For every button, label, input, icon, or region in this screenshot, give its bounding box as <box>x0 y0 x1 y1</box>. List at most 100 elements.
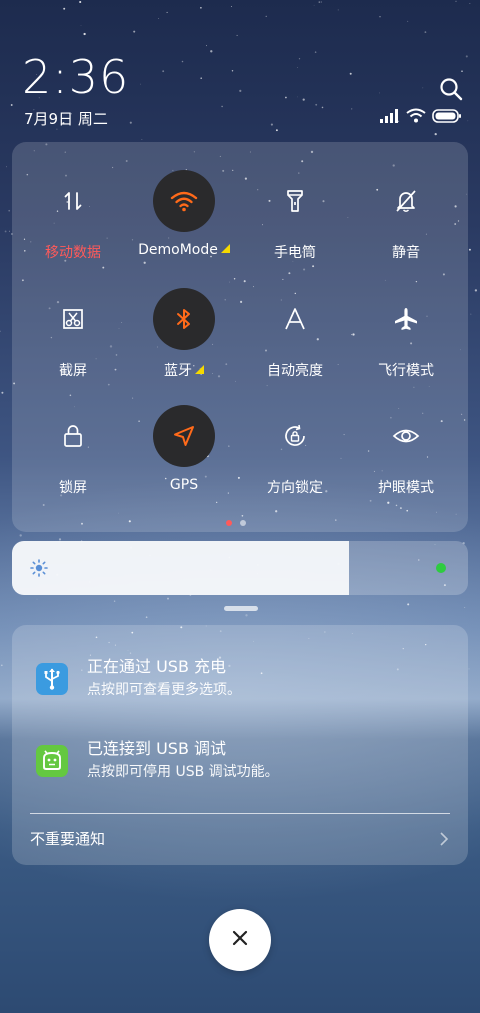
chevron-right-icon <box>438 830 450 848</box>
brightness-slider[interactable] <box>12 541 468 595</box>
tile-label: 截屏 <box>59 363 87 379</box>
tile-label: 手电筒 <box>274 245 316 261</box>
star <box>321 106 324 109</box>
star <box>302 98 305 101</box>
star <box>270 123 273 126</box>
star <box>166 11 168 13</box>
star <box>349 72 352 75</box>
star <box>140 83 142 85</box>
tile-rotation-lock[interactable]: 方向锁定 <box>240 405 350 505</box>
star <box>10 104 13 106</box>
android-debug-icon <box>36 745 68 777</box>
star <box>181 60 184 63</box>
tile-eye-care[interactable]: 护眼模式 <box>351 405 461 505</box>
drag-handle[interactable] <box>224 606 258 611</box>
star <box>351 108 353 110</box>
star <box>0 330 1 333</box>
star <box>470 313 472 315</box>
star <box>467 120 469 122</box>
star <box>455 0 457 2</box>
notification-usb-debugging[interactable]: 已连接到 USB 调试 点按即可停用 USB 调试功能。 <box>12 733 468 793</box>
star <box>407 603 410 606</box>
star <box>19 534 22 537</box>
brightness-indicator-dot <box>436 563 446 573</box>
star <box>407 20 409 22</box>
star <box>337 9 339 11</box>
star <box>141 139 143 141</box>
tile-airplane[interactable]: 飞行模式 <box>351 288 461 388</box>
star <box>1 391 4 394</box>
bluetooth-icon <box>153 288 215 350</box>
page-dot-active <box>226 520 232 526</box>
flashlight-icon <box>264 170 326 232</box>
quick-settings-panel: 移动数据 DemoMode 手电筒 静音 截屏 蓝牙 自动亮度 飞行模式 锁屏 … <box>12 142 468 532</box>
lock-icon <box>42 405 104 467</box>
eye-icon <box>375 405 437 467</box>
tile-mobile-data[interactable]: 移动数据 <box>18 170 128 270</box>
tile-screenshot[interactable]: 截屏 <box>18 288 128 388</box>
tile-label: 护眼模式 <box>378 480 434 496</box>
tile-label: DemoMode <box>138 242 218 258</box>
star <box>200 77 203 80</box>
clock-date: 7月9日 周二 <box>24 110 108 128</box>
wifi-icon <box>153 170 215 232</box>
usb-icon <box>36 663 68 695</box>
tile-wifi[interactable]: DemoMode <box>129 170 239 270</box>
star <box>464 606 466 609</box>
notification-title: 已连接到 USB 调试 <box>87 739 227 758</box>
star <box>275 129 278 132</box>
star <box>318 1 321 3</box>
star <box>162 70 165 73</box>
tile-lock-screen[interactable]: 锁屏 <box>18 405 128 505</box>
star <box>469 3 471 4</box>
clock-time: 2:36 <box>22 50 130 104</box>
notification-panel: 正在通过 USB 充电 点按即可查看更多选项。 已连接到 USB 调试 点按即可… <box>12 625 468 865</box>
notification-usb-charging[interactable]: 正在通过 USB 充电 点按即可查看更多选项。 <box>12 651 468 711</box>
tile-label: 自动亮度 <box>267 363 323 379</box>
star <box>145 616 148 619</box>
search-icon[interactable] <box>438 76 464 102</box>
star <box>133 30 136 33</box>
star <box>206 45 207 47</box>
star <box>6 166 7 168</box>
page-dot <box>240 520 246 526</box>
star <box>434 132 437 136</box>
star <box>314 51 317 53</box>
mute-bell-icon <box>375 170 437 232</box>
star <box>230 5 232 7</box>
tile-label: GPS <box>169 477 199 493</box>
notification-title: 正在通过 USB 充电 <box>87 657 227 676</box>
wifi-status-icon <box>406 108 426 127</box>
gps-icon <box>153 405 215 467</box>
star <box>221 105 223 108</box>
status-icons <box>380 108 462 126</box>
star <box>200 6 202 9</box>
rotation-lock-icon <box>264 405 326 467</box>
star <box>468 668 470 670</box>
tile-label: 蓝牙 <box>164 363 192 379</box>
notification-subtitle: 点按即可查看更多选项。 <box>87 682 241 698</box>
divider <box>30 813 450 814</box>
unimportant-notifications-link[interactable]: 不重要通知 <box>30 828 105 849</box>
auto-brightness-icon <box>264 288 326 350</box>
clear-all-button[interactable] <box>209 909 271 971</box>
page-indicator <box>226 520 246 526</box>
tile-mute[interactable]: 静音 <box>351 170 461 270</box>
tile-bluetooth[interactable]: 蓝牙 <box>129 288 239 388</box>
star <box>113 600 116 602</box>
star <box>129 121 132 124</box>
more-options-indicator-icon <box>195 365 204 374</box>
star <box>83 32 86 36</box>
star <box>468 248 471 251</box>
signal-icon <box>380 108 400 127</box>
tile-label: 飞行模式 <box>378 363 434 379</box>
star <box>474 289 478 292</box>
tile-auto-brightness[interactable]: 自动亮度 <box>240 288 350 388</box>
star <box>0 664 3 667</box>
tile-gps[interactable]: GPS <box>129 405 239 505</box>
star <box>422 87 424 89</box>
star <box>379 15 381 18</box>
tile-label: 方向锁定 <box>267 480 323 496</box>
battery-icon <box>432 108 462 127</box>
tile-flashlight[interactable]: 手电筒 <box>240 170 350 270</box>
